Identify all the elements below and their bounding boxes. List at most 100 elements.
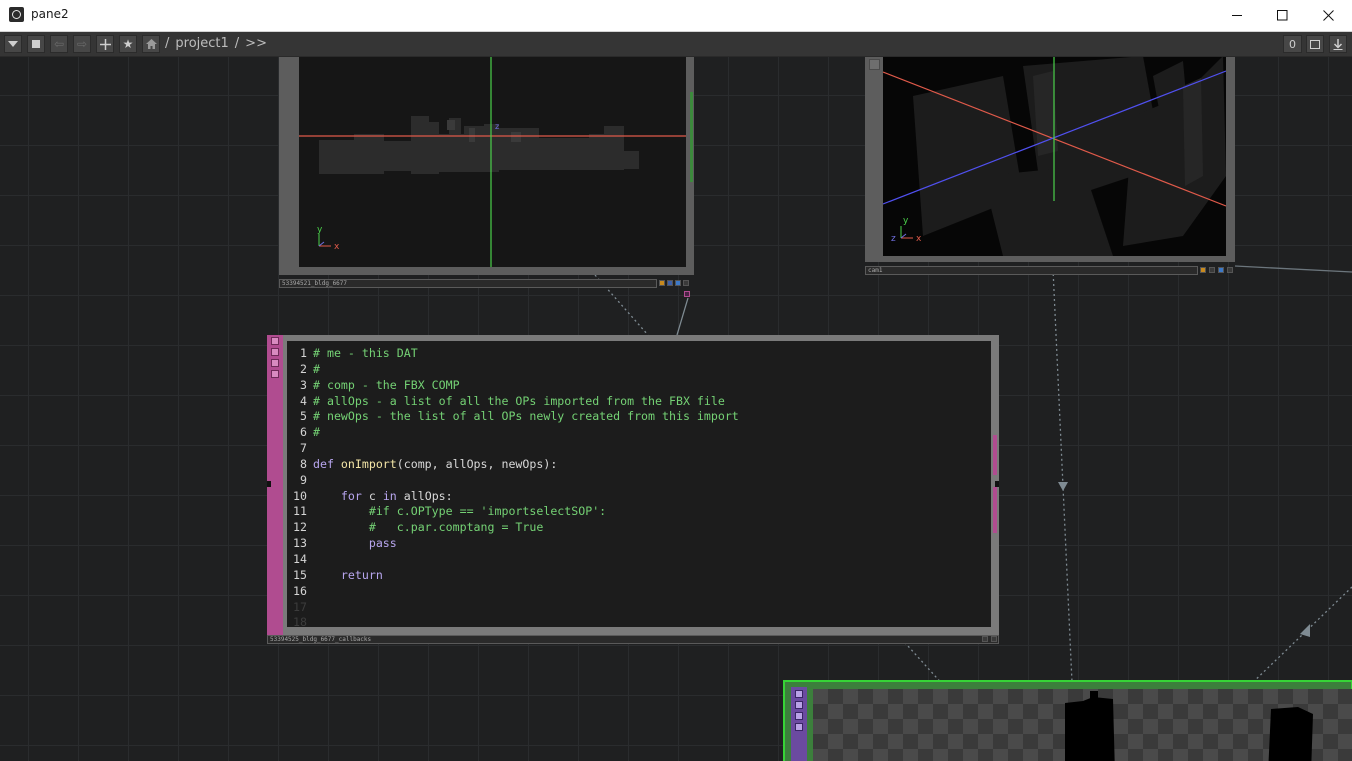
node-flag-empty[interactable] xyxy=(1209,267,1215,273)
code-token: # me - this DAT xyxy=(313,346,418,360)
line-number: 16 xyxy=(293,583,307,598)
line-number: 8 xyxy=(300,456,307,471)
back-button[interactable]: ⇦ xyxy=(50,35,68,53)
network-editor[interactable]: z y x 53394521_bldg_6677 y x z cam1 1 # … xyxy=(0,57,1352,761)
code-token: # c.par.comptang = True xyxy=(368,520,544,535)
path-project1[interactable]: project1 xyxy=(175,36,228,51)
code-line[interactable]: 14 xyxy=(287,552,739,568)
node-flag-orange[interactable] xyxy=(1200,267,1206,273)
code-token: allOps: xyxy=(396,488,453,503)
code-token: onImport xyxy=(340,456,397,471)
viewer-toggle-icon[interactable] xyxy=(271,337,279,345)
output-bar xyxy=(993,435,997,475)
window-titlebar: pane2 xyxy=(0,0,1352,32)
code-line[interactable]: 1 # me - this DAT xyxy=(287,346,739,362)
geometry-viewport[interactable]: z y x xyxy=(299,57,686,267)
viewer-edit-icon[interactable] xyxy=(869,59,880,70)
axis-x-label: x xyxy=(334,242,340,252)
close-button[interactable] xyxy=(1305,0,1351,31)
code-token: #if c.OPType == 'importselectSOP': xyxy=(368,504,607,519)
code-line[interactable]: 12 # c.par.comptang = True xyxy=(287,520,739,536)
line-number: 18 xyxy=(293,615,307,627)
callbacks-text-dat-node[interactable]: 1 # me - this DAT 2 #3 # comp - the FBX COMP… xyxy=(267,335,999,635)
camera-viewer-node[interactable]: y x z xyxy=(865,57,1235,262)
code-token: c xyxy=(361,488,383,503)
node-flag-blue[interactable] xyxy=(667,280,673,286)
code-text[interactable]: 1 # me - this DAT 2 #3 # comp - the FBX COMP… xyxy=(287,346,739,627)
code-line[interactable]: 11 #if c.OPType == 'importselectSOP': xyxy=(287,504,739,520)
node-flag-empty[interactable] xyxy=(982,636,988,642)
node-flag-empty[interactable] xyxy=(991,636,997,642)
add-operator-button[interactable] xyxy=(96,35,114,53)
line-number: 1 xyxy=(300,346,307,360)
line-number: 9 xyxy=(300,472,307,487)
code-line[interactable]: 6 # xyxy=(287,425,739,441)
input-connector[interactable] xyxy=(267,481,271,487)
maximize-button[interactable] xyxy=(1259,0,1305,31)
code-line[interactable]: 10 for c in allOps: xyxy=(287,489,739,505)
touchdesigner-app-icon xyxy=(9,7,24,22)
home-button[interactable] xyxy=(142,35,160,53)
node-flag-empty[interactable] xyxy=(1227,267,1233,273)
stop-icon xyxy=(32,40,40,48)
edit-icon[interactable] xyxy=(271,348,279,356)
code-line[interactable]: 17 xyxy=(287,600,739,616)
code-line[interactable]: 13 pass xyxy=(287,536,739,552)
node-flag-blue[interactable] xyxy=(1218,267,1224,273)
camera-viewport[interactable]: y x z xyxy=(883,57,1226,256)
code-token: # xyxy=(313,425,320,440)
code-line[interactable]: 16 xyxy=(287,584,739,600)
code-token: for xyxy=(340,488,362,503)
texture-top-node[interactable] xyxy=(783,680,1352,761)
line-number: 14 xyxy=(293,551,307,566)
forward-arrow-icon: ⇨ xyxy=(76,37,88,51)
pane-menu-button[interactable] xyxy=(4,35,22,53)
node-flag-orange[interactable] xyxy=(659,280,665,286)
code-line[interactable]: 3 # comp - the FBX COMP xyxy=(287,378,739,394)
edit-icon[interactable] xyxy=(795,701,803,709)
code-line[interactable]: 7 xyxy=(287,441,739,457)
axis-z-label: z xyxy=(495,122,499,131)
minimize-button[interactable] xyxy=(1214,0,1260,31)
top-node-sidebar xyxy=(791,687,807,761)
callback-connector[interactable] xyxy=(684,291,690,297)
stop-button[interactable] xyxy=(27,35,45,53)
pin-icon[interactable] xyxy=(271,359,279,367)
callbacks-dat-label[interactable]: 53394525_bldg_6677_callbacks xyxy=(267,635,999,644)
geometry-viewer-node[interactable]: z y x xyxy=(279,57,694,275)
add-icon xyxy=(99,38,111,50)
edit-pencil-icon[interactable] xyxy=(795,723,803,731)
node-flag-blue[interactable] xyxy=(675,280,681,286)
geometry-node-label[interactable]: 53394521_bldg_6677 xyxy=(279,279,657,288)
bookmark-button[interactable]: ★ xyxy=(119,35,137,53)
download-button[interactable] xyxy=(1329,35,1347,53)
path-separator: / xyxy=(165,36,170,51)
code-line[interactable]: 5 # newOps - the list of all OPs newly cr… xyxy=(287,409,739,425)
code-editor[interactable]: 1 # me - this DAT 2 #3 # comp - the FBX COMP… xyxy=(287,341,991,627)
code-line[interactable]: 8 def onImport(comp, allOps, newOps): xyxy=(287,457,739,473)
pane-split-button[interactable] xyxy=(1306,35,1324,53)
node-flag-empty[interactable] xyxy=(683,280,689,286)
edit-pencil-icon[interactable] xyxy=(271,370,279,378)
path-more[interactable]: >> xyxy=(245,36,267,51)
code-line[interactable]: 15 return xyxy=(287,568,739,584)
line-number: 11 xyxy=(293,504,307,519)
line-number: 5 xyxy=(300,409,307,424)
error-counter[interactable]: 0 xyxy=(1283,35,1302,53)
code-line[interactable]: 4 # allOps - a list of all the OPs import… xyxy=(287,394,739,410)
maximize-icon xyxy=(1276,10,1287,21)
output-bar xyxy=(993,487,997,533)
texture-preview[interactable] xyxy=(813,689,1352,761)
forward-button[interactable]: ⇨ xyxy=(73,35,91,53)
code-line[interactable]: 2 # xyxy=(287,362,739,378)
viewer-toggle-icon[interactable] xyxy=(795,690,803,698)
axis-y-label: y xyxy=(317,225,323,235)
line-number: 6 xyxy=(300,425,307,440)
network-path-breadcrumb[interactable]: / project1 / >> xyxy=(165,36,273,51)
code-line[interactable]: 18 xyxy=(287,615,739,627)
code-line[interactable]: 9 xyxy=(287,473,739,489)
code-token: in xyxy=(382,488,397,503)
camera-node-label[interactable]: cam1 xyxy=(865,266,1198,275)
pin-icon[interactable] xyxy=(795,712,803,720)
